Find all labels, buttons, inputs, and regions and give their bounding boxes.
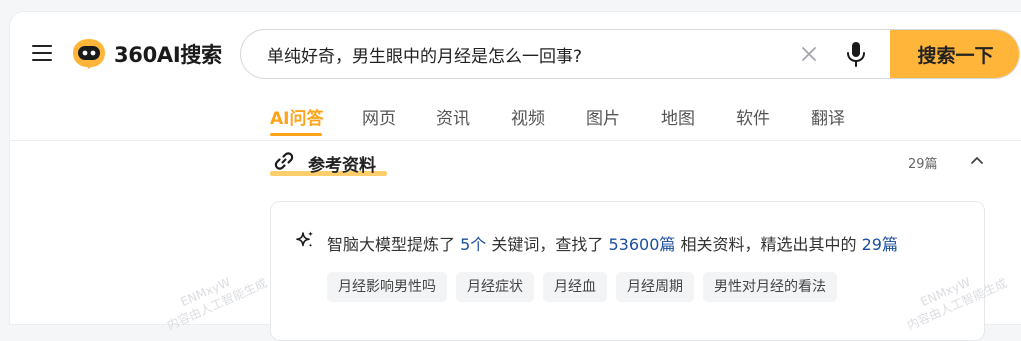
references-count: 29篇 (908, 157, 938, 172)
tab-video[interactable]: 视频 (511, 104, 545, 129)
clear-icon[interactable] (799, 44, 819, 64)
logo[interactable]: 360AI搜索 (72, 38, 222, 70)
tab-active-underline (270, 133, 322, 136)
references-summary: 智脑大模型提炼了 5个 关键词，查找了 53600篇 相关资料，精选出其中的 2… (327, 231, 898, 255)
references-title: 参考资料 (308, 156, 376, 176)
search-box[interactable]: 搜索一下 (240, 29, 1020, 79)
keyword-list: 月经影响男性吗 月经症状 月经血 月经周期 男性对月经的看法 (327, 272, 837, 302)
summary-text: 相关资料，精选出其中的 (680, 235, 857, 254)
found-count: 53600篇 (608, 235, 676, 254)
keyword-chip[interactable]: 月经症状 (456, 272, 534, 302)
keyword-count: 5个 (460, 235, 487, 254)
divider (10, 140, 1021, 141)
tab-ai-qa[interactable]: AI问答 (270, 104, 324, 136)
link-icon (274, 152, 294, 170)
microphone-icon[interactable] (845, 41, 867, 67)
tab-images[interactable]: 图片 (586, 104, 620, 129)
search-input[interactable] (267, 30, 787, 78)
tab-software[interactable]: 软件 (736, 104, 770, 129)
search-button[interactable]: 搜索一下 (890, 30, 1019, 78)
tab-maps[interactable]: 地图 (661, 104, 695, 129)
logo-icon (73, 39, 105, 69)
logo-text: 360AI搜索 (114, 43, 222, 67)
selected-count[interactable]: 29篇 (862, 235, 898, 254)
keyword-chip[interactable]: 月经影响男性吗 (327, 272, 447, 302)
summary-text: 智脑大模型提炼了 (327, 235, 456, 254)
chevron-up-icon[interactable] (968, 152, 986, 170)
keyword-chip[interactable]: 月经周期 (616, 272, 694, 302)
keyword-chip[interactable]: 男性对月经的看法 (703, 272, 837, 302)
keyword-chip[interactable]: 月经血 (543, 272, 607, 302)
sparkle-icon (296, 231, 313, 247)
references-card: 智脑大模型提炼了 5个 关键词，查找了 53600篇 相关资料，精选出其中的 2… (270, 201, 985, 341)
menu-icon[interactable] (32, 45, 52, 61)
tab-news[interactable]: 资讯 (436, 104, 470, 129)
summary-text: 关键词，查找了 (491, 235, 604, 254)
tab-label: AI问答 (270, 109, 324, 129)
tab-translate[interactable]: 翻译 (811, 104, 845, 129)
tab-web[interactable]: 网页 (362, 104, 396, 129)
